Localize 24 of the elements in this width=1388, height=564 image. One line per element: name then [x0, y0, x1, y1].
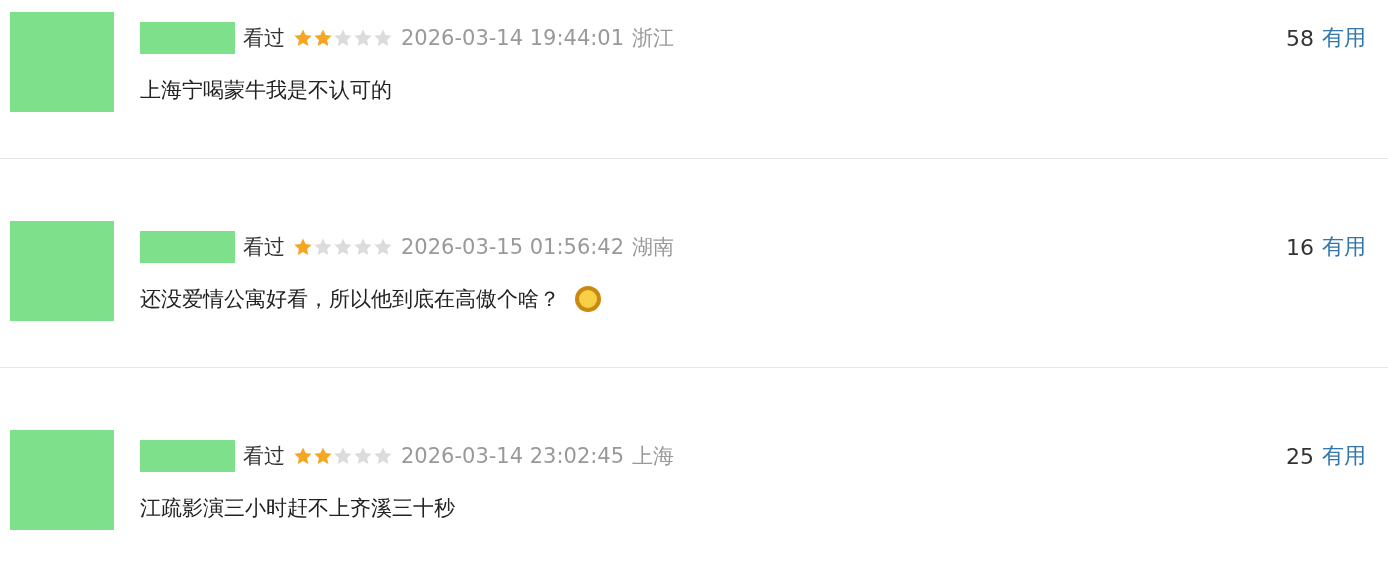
- comment-location: 上海: [632, 443, 675, 470]
- star-filled-icon: [293, 446, 313, 466]
- comment-location: 浙江: [632, 25, 675, 52]
- useful-link[interactable]: 有用: [1322, 232, 1366, 262]
- vote-count: 25: [1286, 443, 1314, 469]
- comment-time: 2026-03-14 19:44:01: [401, 26, 625, 50]
- watch-status: 看过: [243, 443, 285, 470]
- comment-location: 湖南: [632, 234, 675, 261]
- watch-status: 看过: [243, 234, 285, 261]
- comment-time: 2026-03-15 01:56:42: [401, 235, 625, 259]
- vote-count: 58: [1286, 25, 1314, 51]
- useful-link[interactable]: 有用: [1322, 23, 1366, 53]
- comment-text: 还没爱情公寓好看，所以他到底在高傲个啥？: [140, 286, 560, 313]
- comment-time: 2026-03-14 23:02:45: [401, 444, 625, 468]
- comment-text: 江疏影演三小时赶不上齐溪三十秒: [140, 495, 455, 522]
- watch-status: 看过: [243, 25, 285, 52]
- sun-icon: [574, 285, 602, 313]
- star-filled-icon: [293, 237, 313, 257]
- comment-text: 上海宁喝蒙牛我是不认可的: [140, 77, 392, 104]
- star-filled-icon: [293, 28, 313, 48]
- star-filled-icon: [313, 28, 333, 48]
- vote-count: 16: [1286, 234, 1314, 260]
- useful-link[interactable]: 有用: [1322, 441, 1366, 471]
- star-filled-icon: [313, 446, 333, 466]
